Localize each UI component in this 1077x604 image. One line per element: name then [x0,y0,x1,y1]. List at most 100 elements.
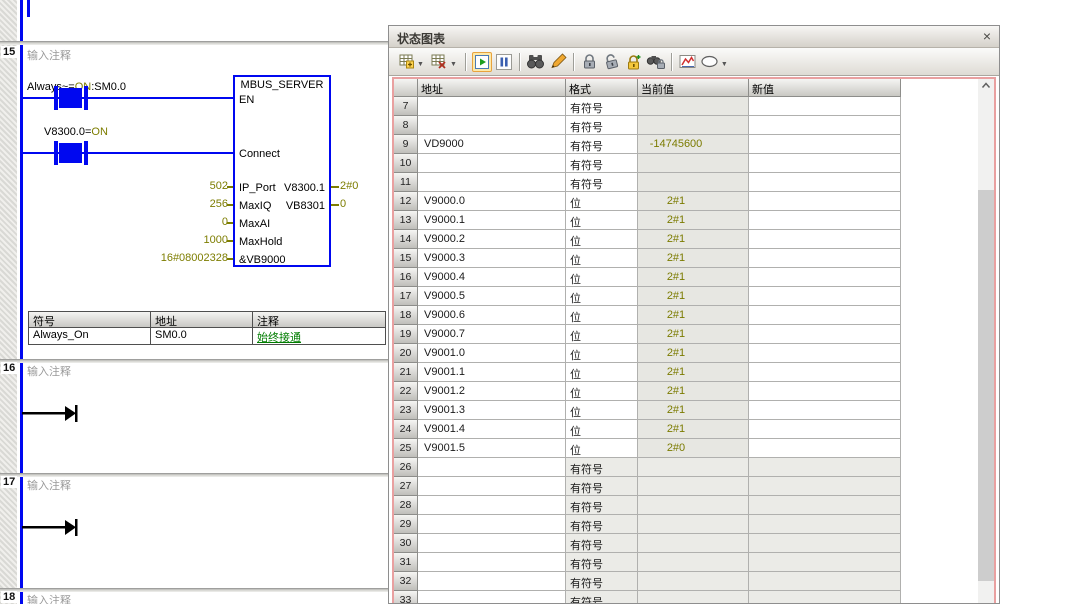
row-number-cell[interactable]: 31 [394,553,418,572]
address-cell[interactable]: V9001.3 [418,401,566,420]
format-cell[interactable]: 有符号 [566,534,638,553]
format-cell[interactable]: 有符号 [566,173,638,192]
format-cell[interactable]: 有符号 [566,154,638,173]
unforce-icon[interactable] [602,52,622,72]
scroll-up-icon[interactable] [978,77,994,94]
vertical-scrollbar[interactable] [978,77,994,604]
format-cell[interactable]: 位 [566,439,638,458]
format-cell[interactable]: 有符号 [566,515,638,534]
format-cell[interactable]: 有符号 [566,135,638,154]
new-value-cell[interactable] [749,420,901,439]
trend-view-icon[interactable] [678,52,698,72]
new-value-cell[interactable] [749,249,901,268]
row-number-cell[interactable]: 32 [394,572,418,591]
format-cell[interactable]: 位 [566,401,638,420]
new-value-cell[interactable] [749,382,901,401]
new-value-cell[interactable] [749,268,901,287]
address-column-header[interactable]: 地址 [418,79,566,97]
new-value-cell[interactable] [749,211,901,230]
contact-1-energized[interactable] [59,88,82,108]
address-cell[interactable]: V9001.4 [418,420,566,439]
format-cell[interactable]: 位 [566,249,638,268]
row-number-cell[interactable]: 7 [394,97,418,116]
address-cell[interactable]: V9001.0 [418,344,566,363]
pause-chart-icon[interactable] [494,52,514,72]
bubble-icon[interactable] [700,52,720,72]
status-chart-titlebar[interactable]: 状态图表 × [389,26,999,48]
row-number-cell[interactable]: 15 [394,249,418,268]
format-cell[interactable]: 位 [566,325,638,344]
format-cell[interactable]: 有符号 [566,97,638,116]
address-cell[interactable]: V9000.6 [418,306,566,325]
row-number-cell[interactable]: 12 [394,192,418,211]
address-cell[interactable]: VD9000 [418,135,566,154]
address-cell[interactable] [418,458,566,477]
new-value-cell[interactable] [749,591,901,604]
row-number-cell[interactable]: 25 [394,439,418,458]
address-cell[interactable] [418,572,566,591]
contact-2[interactable] [54,141,58,165]
address-cell[interactable] [418,173,566,192]
new-value-cell[interactable] [749,363,901,382]
force-icon[interactable] [580,52,600,72]
current-value-column-header[interactable]: 当前值 [638,79,749,97]
row-number-cell[interactable]: 10 [394,154,418,173]
new-value-cell[interactable] [749,287,901,306]
format-cell[interactable]: 位 [566,268,638,287]
delete-chart-dropdown-icon[interactable]: ▼ [450,61,457,68]
format-cell[interactable]: 位 [566,192,638,211]
new-value-cell[interactable] [749,477,901,496]
network-18-number[interactable]: 18 [1,591,17,603]
new-value-cell[interactable] [749,154,901,173]
address-cell[interactable] [418,477,566,496]
new-value-cell[interactable] [749,553,901,572]
format-cell[interactable]: 位 [566,211,638,230]
row-number-cell[interactable]: 28 [394,496,418,515]
address-cell[interactable] [418,534,566,553]
row-number-cell[interactable]: 20 [394,344,418,363]
address-cell[interactable]: V9000.3 [418,249,566,268]
address-cell[interactable]: V9000.1 [418,211,566,230]
empty-network-arrow[interactable] [22,516,82,538]
chart-status-on-icon[interactable] [472,52,492,72]
format-column-header[interactable]: 格式 [566,79,638,97]
format-cell[interactable]: 有符号 [566,553,638,572]
address-cell[interactable] [418,496,566,515]
network-17-comment[interactable]: 输入注释 [27,477,71,493]
insert-chart-dropdown-icon[interactable]: ▼ [417,61,424,68]
row-number-cell[interactable]: 19 [394,325,418,344]
network-16-number[interactable]: 16 [1,362,17,374]
row-number-cell[interactable]: 22 [394,382,418,401]
format-cell[interactable]: 有符号 [566,477,638,496]
new-value-cell[interactable] [749,97,901,116]
network-15-number[interactable]: 15 [1,46,17,58]
new-value-cell[interactable] [749,325,901,344]
read-force-icon[interactable] [646,52,666,72]
address-cell[interactable]: V9001.1 [418,363,566,382]
address-cell[interactable] [418,116,566,135]
new-value-cell[interactable] [749,192,901,211]
format-cell[interactable]: 位 [566,344,638,363]
address-cell[interactable] [418,154,566,173]
row-number-cell[interactable]: 11 [394,173,418,192]
bubble-dropdown-icon[interactable]: ▼ [721,61,728,68]
new-value-cell[interactable] [749,515,901,534]
new-value-column-header[interactable]: 新值 [749,79,901,97]
new-value-cell[interactable] [749,496,901,515]
contact-2[interactable] [84,141,88,165]
row-number-cell[interactable]: 23 [394,401,418,420]
format-cell[interactable]: 有符号 [566,458,638,477]
write-icon[interactable] [548,52,568,72]
read-icon[interactable] [526,52,546,72]
force-all-icon[interactable] [624,52,644,72]
mbus-server-block[interactable]: MBUS_SERVER EN Connect IP_PortMaxIQMaxAI… [233,75,331,267]
scrollbar-thumb[interactable] [978,190,994,581]
format-cell[interactable]: 有符号 [566,572,638,591]
format-cell[interactable]: 位 [566,306,638,325]
address-cell[interactable]: V9000.2 [418,230,566,249]
address-cell[interactable] [418,591,566,604]
row-number-cell[interactable]: 18 [394,306,418,325]
format-cell[interactable]: 有符号 [566,591,638,604]
format-cell[interactable]: 位 [566,420,638,439]
row-number-cell[interactable]: 24 [394,420,418,439]
